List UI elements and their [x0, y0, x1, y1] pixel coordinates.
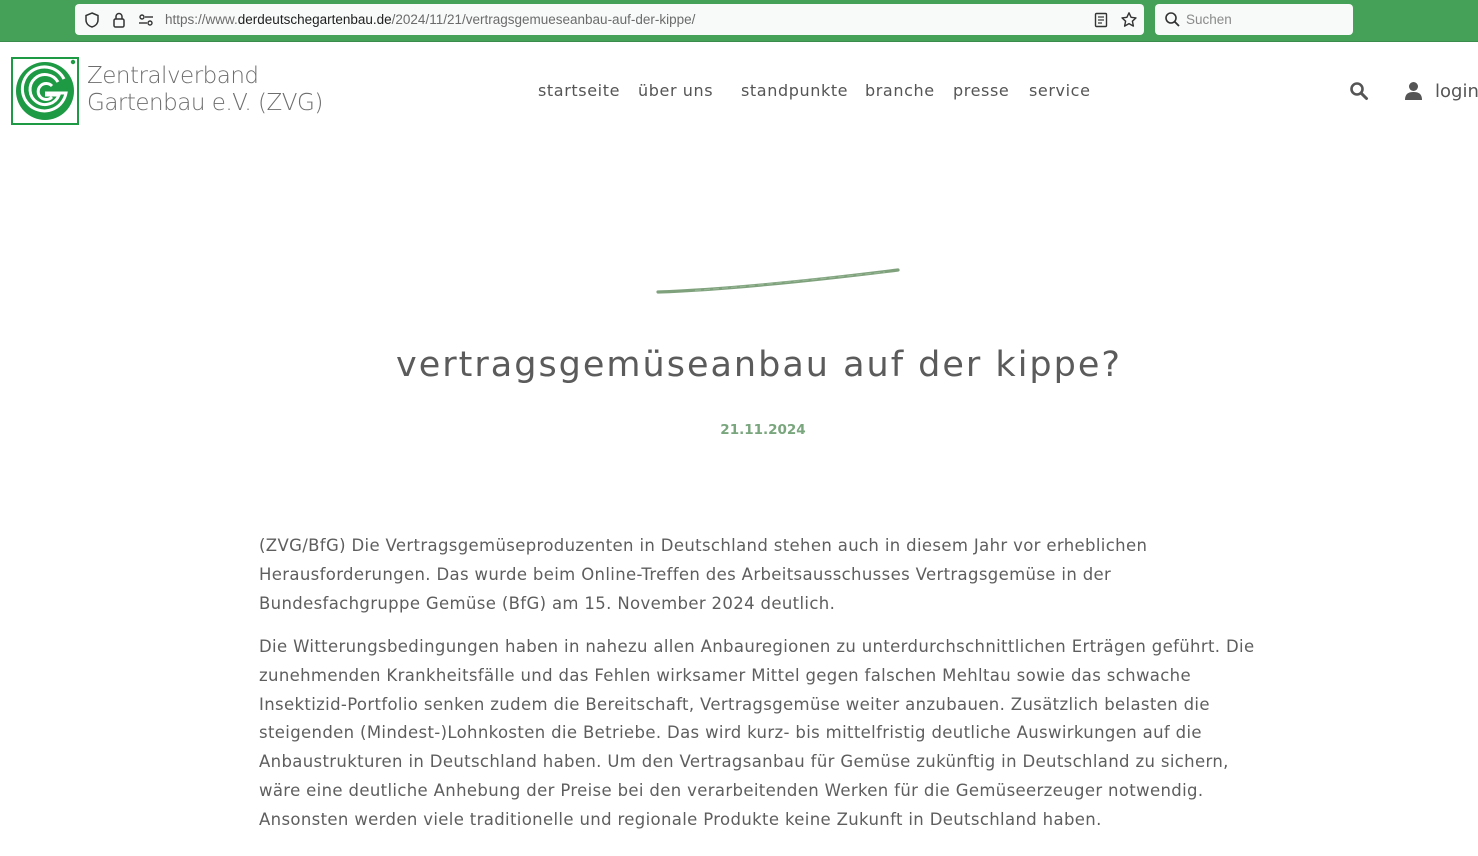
url-domain: derdeutschegartenbau.de [237, 12, 392, 27]
url-text[interactable]: https://www.derdeutschegartenbau.de/2024… [165, 4, 695, 35]
brand-line-1: Zentralverband [87, 63, 259, 89]
bookmark-star-icon[interactable] [1120, 11, 1138, 29]
zvg-logo-icon[interactable] [11, 57, 79, 125]
url-prefix: https://www. [165, 12, 238, 27]
permissions-icon[interactable] [137, 11, 155, 29]
login-link[interactable]: login [1435, 81, 1478, 103]
nav-item-branche[interactable]: branche [865, 80, 935, 102]
address-bar[interactable]: https://www.derdeutschegartenbau.de/2024… [75, 4, 1144, 35]
nav-item-startseite[interactable]: startseite [538, 80, 620, 102]
nav-item-service[interactable]: service [1029, 80, 1091, 102]
article-title: vertragsgemüseanbau auf der kippe? [396, 345, 1122, 385]
article-paragraph-1: (ZVG/BfG) Die Vertragsgemüseproduzenten … [259, 536, 1148, 613]
article-body: (ZVG/BfG) Die Vertragsgemüseproduzenten … [259, 532, 1269, 849]
article-paragraph-2: Die Witterungsbedingungen haben in nahez… [259, 636, 1255, 830]
reader-view-icon[interactable] [1092, 11, 1110, 29]
site-search-icon[interactable] [1349, 81, 1369, 101]
search-icon [1165, 12, 1180, 27]
brand-line-2: Gartenbau e.V. (ZVG) [87, 90, 323, 116]
lock-icon[interactable] [110, 11, 128, 29]
article-date: 21.11.2024 [720, 422, 806, 438]
nav-item-standpunkte[interactable]: standpunkte [741, 80, 848, 102]
browser-search-bar[interactable]: Suchen [1155, 4, 1353, 35]
nav-item-presse[interactable]: presse [953, 80, 1009, 102]
browser-toolbar: https://www.derdeutschegartenbau.de/2024… [0, 0, 1478, 42]
user-icon[interactable] [1404, 81, 1423, 101]
brand-name[interactable]: Zentralverband Gartenbau e.V. (ZVG) [87, 63, 323, 117]
shield-icon[interactable] [83, 11, 101, 29]
decorative-brush-stroke [656, 268, 900, 294]
url-path: /2024/11/21/vertragsgemueseanbau-auf-der… [391, 12, 696, 27]
nav-item-ueber-uns[interactable]: über uns [638, 80, 713, 102]
browser-search-placeholder: Suchen [1186, 12, 1232, 27]
